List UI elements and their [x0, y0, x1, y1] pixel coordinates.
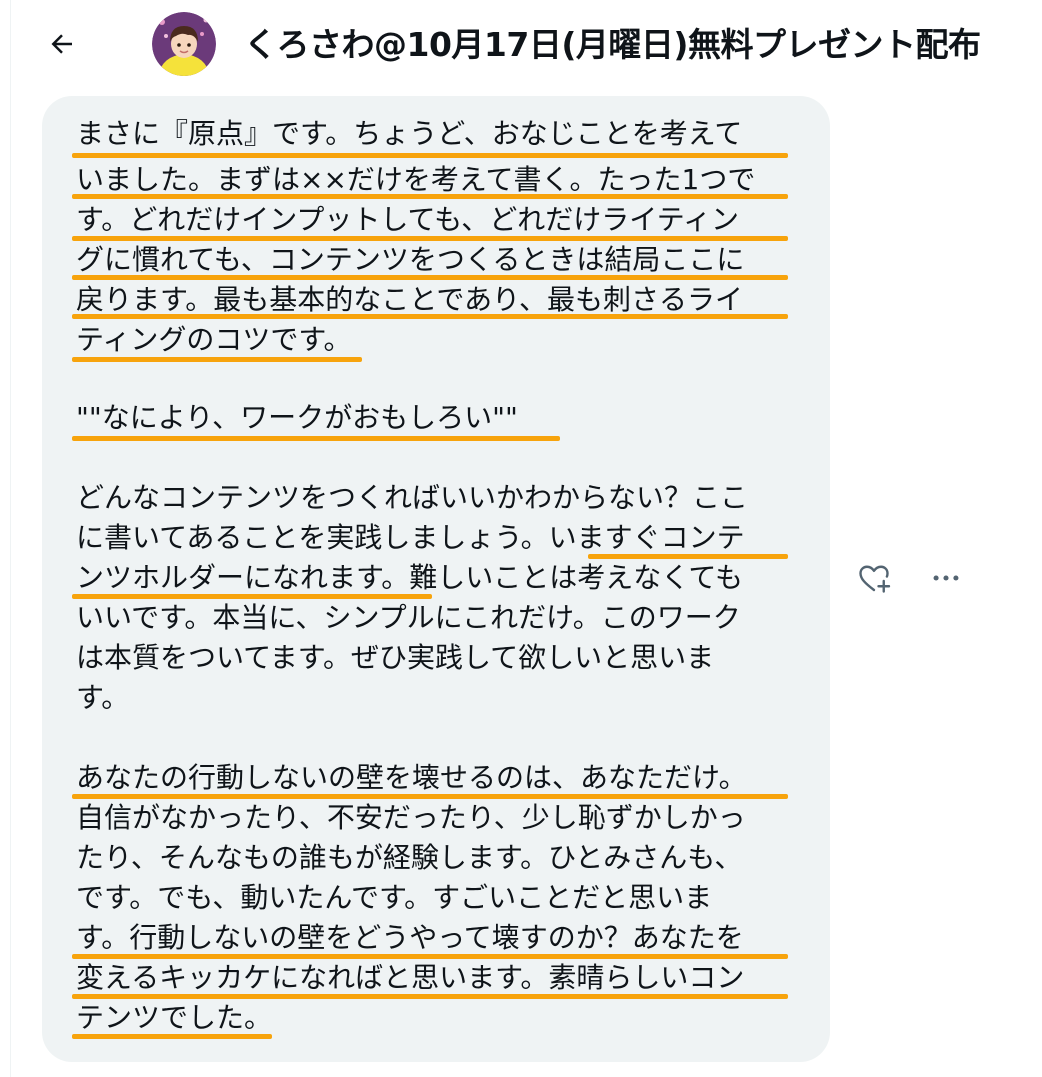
more-horizontal-icon: [933, 575, 959, 581]
message-line: ティングのコツです。: [76, 323, 352, 356]
message-line: です。でも、動いたんです。すごいことだと思いま: [76, 881, 713, 914]
message-line: ンツホルダーになれます。難しいことは考えなくても: [76, 561, 743, 594]
highlight-underline: [72, 436, 560, 441]
message-line: は本質をついてます。ぜひ実践して欲しいと思いま: [76, 641, 715, 674]
highlight-underline: [72, 994, 788, 999]
highlight-underline: [72, 153, 788, 158]
like-button[interactable]: [854, 558, 894, 598]
conversation-header: くろさわ@10月17日(月曜日)無料プレゼント配布: [0, 0, 1042, 92]
highlight-underline: [72, 275, 788, 280]
message-line: す。行動しないの壁をどうやって壊すのか？あなたを: [76, 921, 744, 954]
more-button[interactable]: [926, 558, 966, 598]
highlight-underline: [72, 1034, 272, 1039]
highlight-underline: [72, 314, 788, 319]
message-line: どんなコンテンツをつくればいいかわからない？ここ: [76, 481, 749, 514]
user-avatar[interactable]: [152, 12, 216, 76]
highlight-underline: [588, 554, 788, 559]
page-title: くろさわ@10月17日(月曜日)無料プレゼント配布: [244, 25, 981, 64]
message-line: あなたの行動しないの壁を壊せるのは、あなただけ。: [76, 761, 747, 794]
highlight-underline: [72, 236, 788, 241]
message-line: 変えるキッカケになればと思います。素晴らしいコン: [76, 961, 745, 994]
message-line: テンツでした。: [76, 1001, 273, 1034]
message-line: まさに『原点』です。ちょうど、おなじことを考えて: [76, 117, 743, 150]
message-line: ""なにより、ワークがおもしろい"": [76, 401, 518, 434]
highlight-underline: [72, 594, 432, 599]
back-button[interactable]: [40, 22, 84, 66]
message-line: グに慣れても、コンテンツをつくるときは結局ここに: [76, 243, 745, 276]
highlight-underline: [72, 954, 788, 959]
highlight-underline: [72, 194, 788, 199]
message-line: いいです。本当に、シンプルにこれだけ。このワーク: [76, 601, 741, 634]
message-line: す。どれだけインプットしても、どれだけライティン: [76, 203, 740, 236]
highlight-underline: [72, 794, 788, 799]
message-line: 自信がなかったり、不安だったり、少し恥ずかしかっ: [76, 801, 746, 834]
message-line: に書いてあることを実践しましょう。いますぐコンテ: [76, 521, 745, 554]
timeline-divider: [10, 0, 11, 1077]
highlight-underline: [72, 357, 362, 362]
message-line: たり、そんなもの誰もが経験します。ひとみさんも、: [76, 841, 743, 874]
arrow-left-icon: [51, 34, 72, 54]
message-line: す。: [76, 681, 130, 714]
heart-plus-icon: [859, 565, 891, 593]
